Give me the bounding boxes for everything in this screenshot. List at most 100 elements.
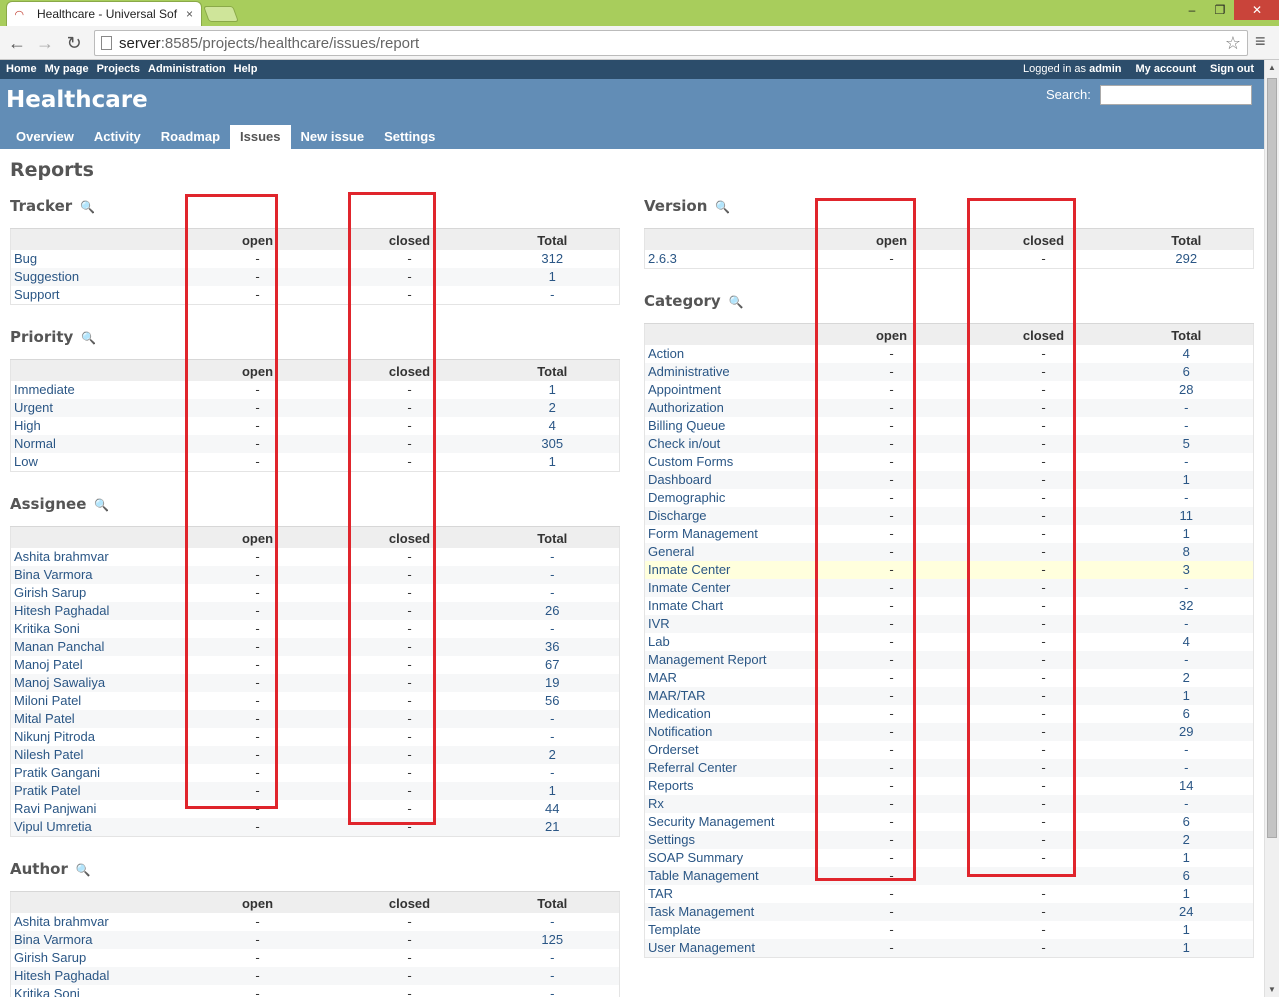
total-count[interactable]: -: [485, 619, 620, 638]
row-name-link[interactable]: Kritika Soni: [10, 619, 182, 638]
total-count[interactable]: 1: [1119, 686, 1254, 705]
total-count[interactable]: 1: [1119, 848, 1254, 867]
row-name-link[interactable]: Inmate Center: [644, 578, 816, 597]
total-count[interactable]: -: [485, 966, 620, 985]
zoom-details-icon[interactable]: 🔍: [729, 295, 744, 309]
row-name-link[interactable]: Nilesh Patel: [10, 745, 182, 764]
row-name-link[interactable]: Ravi Panjwani: [10, 799, 182, 818]
row-name-link[interactable]: Settings: [644, 830, 816, 849]
row-name-link[interactable]: Nikunj Pitroda: [10, 727, 182, 746]
total-count[interactable]: 6: [1119, 704, 1254, 723]
row-name-link[interactable]: Dashboard: [644, 470, 816, 489]
total-count[interactable]: 67: [485, 655, 620, 674]
row-name-link[interactable]: 2.6.3: [644, 249, 816, 268]
total-count[interactable]: 56: [485, 691, 620, 710]
tab-overview[interactable]: Overview: [6, 125, 84, 149]
total-count[interactable]: -: [1119, 758, 1254, 777]
row-name-link[interactable]: Hitesh Paghadal: [10, 966, 182, 985]
row-name-link[interactable]: Pratik Gangani: [10, 763, 182, 782]
bookmark-star-icon[interactable]: ☆: [1225, 33, 1241, 54]
row-name-link[interactable]: Task Management: [644, 902, 816, 921]
total-count[interactable]: 312: [485, 249, 620, 268]
row-name-link[interactable]: Referral Center: [644, 758, 816, 777]
row-name-link[interactable]: Template: [644, 920, 816, 939]
row-name-link[interactable]: Rx: [644, 794, 816, 813]
total-count[interactable]: 1: [1119, 524, 1254, 543]
total-count[interactable]: -: [485, 948, 620, 967]
row-name-link[interactable]: Bina Varmora: [10, 930, 182, 949]
row-name-link[interactable]: Support: [10, 285, 182, 304]
row-name-link[interactable]: Inmate Chart: [644, 596, 816, 615]
top-menu-help[interactable]: Help: [234, 63, 258, 75]
search-input[interactable]: [1100, 85, 1252, 105]
row-name-link[interactable]: Orderset: [644, 740, 816, 759]
row-name-link[interactable]: High: [10, 416, 182, 435]
row-name-link[interactable]: MAR/TAR: [644, 686, 816, 705]
total-count[interactable]: 4: [485, 416, 620, 435]
total-count[interactable]: 24: [1119, 902, 1254, 921]
total-count[interactable]: -: [1119, 614, 1254, 633]
total-count[interactable]: 2: [485, 398, 620, 417]
total-count[interactable]: -: [485, 565, 620, 584]
row-name-link[interactable]: Manan Panchal: [10, 637, 182, 656]
row-name-link[interactable]: Low: [10, 452, 182, 471]
row-name-link[interactable]: User Management: [644, 938, 816, 957]
row-name-link[interactable]: Vipul Umretia: [10, 817, 182, 836]
top-menu-administration[interactable]: Administration: [148, 63, 226, 75]
total-count[interactable]: 6: [1119, 866, 1254, 885]
row-name-link[interactable]: General: [644, 542, 816, 561]
address-bar[interactable]: server:8585/projects/healthcare/issues/r…: [94, 30, 1248, 56]
total-count[interactable]: -: [485, 763, 620, 782]
row-name-link[interactable]: Notification: [644, 722, 816, 741]
row-name-link[interactable]: Suggestion: [10, 267, 182, 286]
new-tab-button[interactable]: [203, 6, 239, 22]
row-name-link[interactable]: Action: [644, 344, 816, 363]
total-count[interactable]: 32: [1119, 596, 1254, 615]
total-count[interactable]: 5: [1119, 434, 1254, 453]
total-count[interactable]: 11: [1119, 506, 1254, 525]
row-name-link[interactable]: Pratik Patel: [10, 781, 182, 800]
total-count[interactable]: 28: [1119, 380, 1254, 399]
total-count[interactable]: 1: [485, 781, 620, 800]
tab-new-issue[interactable]: New issue: [291, 125, 375, 149]
row-name-link[interactable]: Authorization: [644, 398, 816, 417]
reload-icon[interactable]: ↻: [63, 32, 85, 54]
row-name-link[interactable]: Discharge: [644, 506, 816, 525]
row-name-link[interactable]: Girish Sarup: [10, 583, 182, 602]
total-count[interactable]: 36: [485, 637, 620, 656]
row-name-link[interactable]: Inmate Center: [644, 560, 816, 579]
tab-roadmap[interactable]: Roadmap: [151, 125, 230, 149]
total-count[interactable]: 4: [1119, 344, 1254, 363]
row-name-link[interactable]: Demographic: [644, 488, 816, 507]
total-count[interactable]: 305: [485, 434, 620, 453]
total-count[interactable]: 125: [485, 930, 620, 949]
total-count[interactable]: 1: [485, 380, 620, 399]
row-name-link[interactable]: Medication: [644, 704, 816, 723]
forward-arrow-icon[interactable]: →: [34, 32, 56, 54]
scroll-up-icon[interactable]: ▲: [1268, 63, 1276, 72]
total-count[interactable]: 6: [1119, 362, 1254, 381]
total-count[interactable]: -: [485, 547, 620, 566]
scrollbar-thumb[interactable]: [1267, 78, 1277, 838]
row-name-link[interactable]: Immediate: [10, 380, 182, 399]
logged-in-user[interactable]: admin: [1089, 63, 1121, 75]
window-close-icon[interactable]: ✕: [1234, 0, 1279, 20]
row-name-link[interactable]: Urgent: [10, 398, 182, 417]
total-count[interactable]: -: [1119, 488, 1254, 507]
zoom-details-icon[interactable]: 🔍: [76, 863, 91, 877]
row-name-link[interactable]: Normal: [10, 434, 182, 453]
total-count[interactable]: 2: [1119, 668, 1254, 687]
tab-activity[interactable]: Activity: [84, 125, 151, 149]
total-count[interactable]: -: [1119, 416, 1254, 435]
total-count[interactable]: 1: [485, 452, 620, 471]
tab-close-icon[interactable]: ×: [186, 7, 193, 21]
total-count[interactable]: -: [485, 727, 620, 746]
maximize-icon[interactable]: ❐: [1206, 0, 1234, 20]
row-name-link[interactable]: Ashita brahmvar: [10, 912, 182, 931]
total-count[interactable]: -: [1119, 650, 1254, 669]
zoom-details-icon[interactable]: 🔍: [715, 200, 730, 214]
total-count[interactable]: 2: [1119, 830, 1254, 849]
row-name-link[interactable]: Lab: [644, 632, 816, 651]
row-name-link[interactable]: Girish Sarup: [10, 948, 182, 967]
total-count[interactable]: 292: [1119, 249, 1254, 268]
